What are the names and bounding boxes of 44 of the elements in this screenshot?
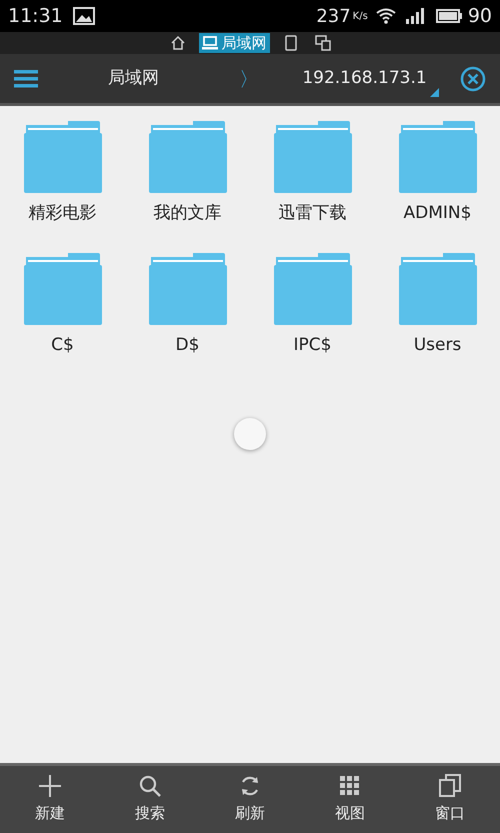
- folder-icon[interactable]: [24, 121, 102, 193]
- home-icon: [170, 35, 186, 51]
- folder-name[interactable]: C$: [51, 332, 74, 358]
- folder-name[interactable]: 精彩电影: [28, 201, 96, 226]
- menu-icon[interactable]: [14, 68, 38, 88]
- windows-icon: [438, 774, 462, 798]
- folder-name[interactable]: D$: [176, 332, 200, 358]
- phone-icon: [282, 35, 298, 51]
- network-speed: 237: [316, 4, 351, 28]
- close-icon[interactable]: [460, 66, 486, 92]
- folder-name[interactable]: ADMIN$: [404, 201, 472, 226]
- speed-unit: K/s: [352, 10, 368, 24]
- folder-name[interactable]: IPC$: [294, 332, 332, 358]
- toolbar-button[interactable]: 搜索: [115, 774, 185, 825]
- loading-spinner-icon: [234, 418, 266, 450]
- folder-name[interactable]: 我的文库: [154, 201, 222, 226]
- path-separator: 〉: [238, 66, 260, 92]
- path-crumb[interactable]: 局域网: [38, 66, 229, 92]
- toolbar-button[interactable]: 视图: [315, 774, 385, 825]
- signal-icon: [406, 8, 426, 24]
- clock: 11:31: [8, 4, 63, 29]
- devices-icon: [314, 35, 330, 51]
- folder-name[interactable]: Users: [414, 332, 462, 358]
- path-crumb[interactable]: 192.168.173.1: [269, 66, 460, 92]
- location-tab[interactable]: 局域网: [198, 33, 270, 53]
- dropdown-corner-icon[interactable]: [430, 88, 439, 97]
- plus-icon: [38, 774, 62, 798]
- toolbar-button[interactable]: 窗口: [415, 774, 485, 825]
- folder-icon[interactable]: [148, 252, 226, 324]
- folder-name[interactable]: 迅雷下载: [278, 201, 346, 226]
- battery-icon: [436, 9, 462, 23]
- folder-icon[interactable]: [24, 252, 102, 324]
- picture-notification-icon: [72, 7, 95, 25]
- search-icon: [138, 774, 162, 798]
- folder-icon[interactable]: [274, 252, 352, 324]
- battery-level: 90: [468, 4, 492, 29]
- laptop-icon: [202, 35, 218, 51]
- toolbar-button[interactable]: 刷新: [215, 774, 285, 825]
- folder-icon[interactable]: [398, 121, 476, 193]
- folder-icon[interactable]: [398, 252, 476, 324]
- folder-icon[interactable]: [148, 121, 226, 193]
- wifi-icon: [376, 8, 396, 24]
- toolbar-button[interactable]: 新建: [15, 774, 85, 825]
- folder-icon[interactable]: [274, 121, 352, 193]
